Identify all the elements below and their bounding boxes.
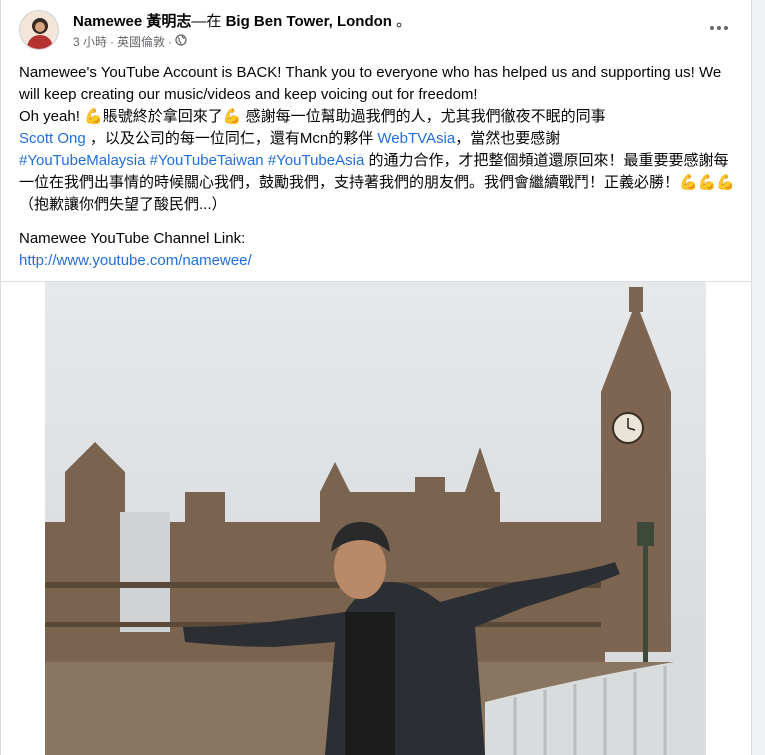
text-segment: ，以及公司的每一位同仁，還有Mcn的夥伴: [85, 130, 378, 147]
muscle-emoji-icon: 💪: [84, 108, 103, 125]
post-photo[interactable]: [45, 282, 706, 755]
mention-scott-ong[interactable]: Scott Ong: [19, 130, 86, 147]
text-segment: ，當然也要感謝: [455, 130, 561, 147]
globe-icon[interactable]: [175, 34, 187, 49]
hashtag-youtube-malaysia[interactable]: #YouTubeMalaysia: [19, 152, 145, 169]
text-segment: Oh yeah!: [19, 108, 85, 125]
location-prefix: —在: [191, 13, 222, 30]
mention-webtvasia[interactable]: WebTVAsia: [377, 130, 455, 147]
post-header: Namewee 黃明志—在 Big Ben Tower, London 。 3 …: [19, 8, 733, 52]
post-card: Namewee 黃明志—在 Big Ben Tower, London 。 3 …: [0, 0, 752, 755]
hashtag-youtube-asia[interactable]: #YouTubeAsia: [268, 152, 364, 169]
more-options-icon[interactable]: [705, 16, 733, 40]
youtube-channel-link[interactable]: http://www.youtube.com/namewee/: [19, 252, 252, 269]
author-line: Namewee 黃明志—在 Big Ben Tower, London 。: [73, 10, 411, 31]
meta-separator: ·: [168, 34, 173, 49]
author-name[interactable]: Namewee 黃明志: [73, 13, 191, 30]
author-avatar[interactable]: [19, 10, 59, 50]
text-segment: 感謝每一位幫助過我們的人，尤其我們徹夜不眠的同事: [241, 108, 606, 125]
location-suffix: 。: [396, 13, 412, 30]
text-segment: （抱歉讓你們失望了酸民們...）: [19, 196, 227, 213]
post-paragraph: Namewee's YouTube Account is BACK! Thank…: [19, 64, 722, 103]
hashtag-youtube-taiwan[interactable]: #YouTubeTaiwan: [150, 152, 264, 169]
muscle-emoji-icon: 💪💪💪: [679, 174, 736, 191]
post-paragraph-oh-yeah: Oh yeah! 💪賬號終於拿回來了💪 感謝每一位幫助過我們的人，尤其我們徹夜不…: [19, 106, 739, 128]
post-meta: 3 小時 · 英國倫敦 ·: [73, 33, 187, 50]
muscle-emoji-icon: 💪: [222, 108, 242, 125]
post-text: Namewee's YouTube Account is BACK! Thank…: [19, 62, 739, 272]
meta-separator: ·: [110, 34, 115, 49]
text-segment: 賬號終於拿回來了: [102, 108, 223, 125]
location-name[interactable]: Big Ben Tower, London: [226, 13, 392, 30]
post-place: 英國倫敦: [117, 35, 166, 49]
post-time[interactable]: 3 小時: [73, 33, 107, 50]
link-label: Namewee YouTube Channel Link:: [19, 230, 246, 247]
post-paragraph-thanks: Scott Ong ，以及公司的每一位同仁，還有Mcn的夥伴 WebTVAsia…: [19, 128, 739, 216]
